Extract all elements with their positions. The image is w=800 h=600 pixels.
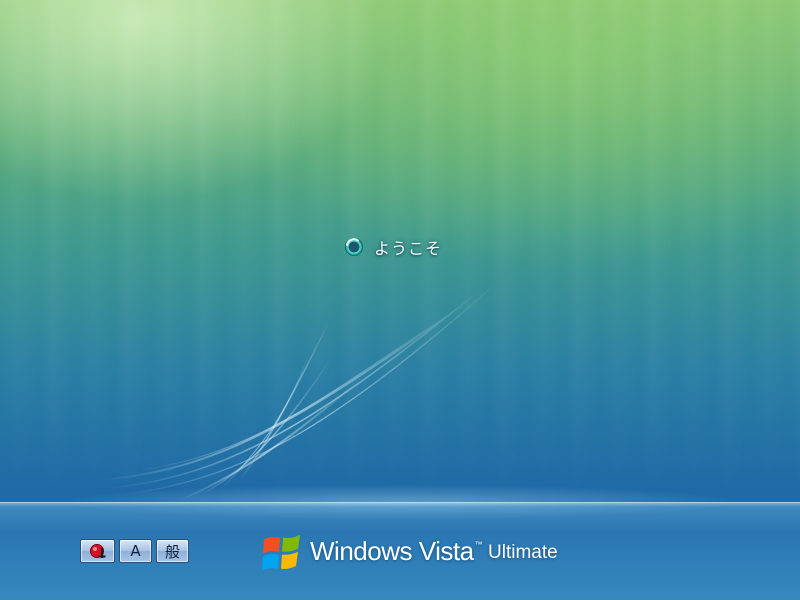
input-mode-label: A bbox=[130, 542, 141, 560]
ease-of-access-button[interactable] bbox=[80, 539, 115, 563]
welcome-status: ようこそ bbox=[344, 234, 442, 260]
conversion-mode-button[interactable]: 般 bbox=[156, 539, 189, 563]
windows-branding: Windows Vista™ Ultimate bbox=[258, 528, 558, 574]
login-screen: ようこそ A 般 Windows Vista™ Ultimate bbox=[0, 0, 800, 600]
welcome-text: ようこそ bbox=[374, 239, 443, 258]
edition-name: Ultimate bbox=[488, 542, 558, 563]
ime-toolbar: A 般 bbox=[80, 539, 189, 563]
trademark-symbol: ™ bbox=[474, 539, 483, 549]
product-name: Windows Vista™ bbox=[310, 535, 483, 566]
loading-spinner-icon bbox=[344, 237, 364, 257]
conversion-mode-label: 般 bbox=[164, 542, 180, 561]
input-mode-button[interactable]: A bbox=[119, 539, 152, 563]
ease-of-access-icon bbox=[89, 544, 105, 558]
windows-flag-icon bbox=[262, 534, 300, 571]
